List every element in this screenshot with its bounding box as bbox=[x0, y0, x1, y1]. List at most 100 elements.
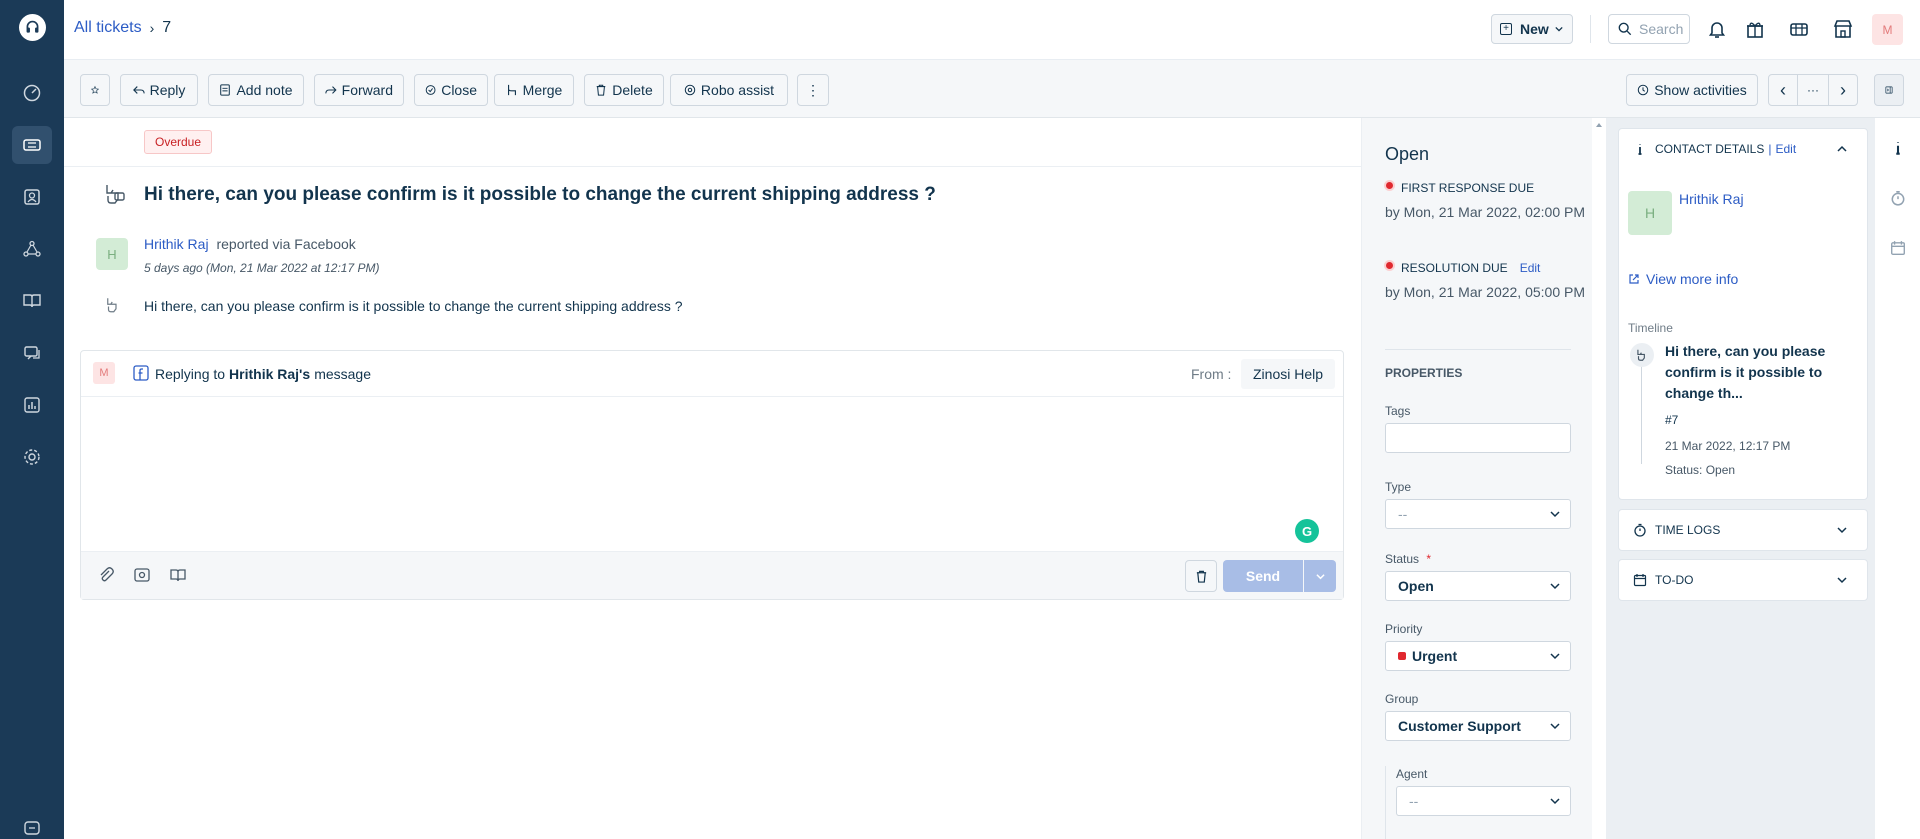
user-avatar[interactable]: M bbox=[1872, 14, 1903, 45]
reported-via-text: reported via Facebook bbox=[216, 236, 356, 252]
time-logs-header[interactable]: TIME LOGS bbox=[1619, 510, 1867, 550]
todo-card[interactable]: TO-DO bbox=[1618, 559, 1868, 601]
type-value: -- bbox=[1398, 506, 1408, 522]
search-input[interactable]: Search bbox=[1608, 14, 1690, 44]
external-link-icon bbox=[1629, 274, 1639, 284]
divider bbox=[1385, 349, 1571, 350]
nav-admin-settings-icon[interactable] bbox=[12, 438, 52, 476]
message-timestamp: 5 days ago (Mon, 21 Mar 2022 at 12:17 PM… bbox=[144, 261, 380, 275]
reply-button[interactable]: Reply bbox=[120, 74, 198, 106]
grammarly-icon[interactable]: G bbox=[1295, 519, 1319, 543]
merge-button[interactable]: Merge bbox=[494, 74, 574, 106]
group-select[interactable]: Customer Support bbox=[1385, 711, 1571, 741]
first-response-label: FIRST RESPONSE DUE bbox=[1401, 181, 1535, 195]
nav-chat-icon[interactable] bbox=[12, 810, 52, 839]
calendar-icon bbox=[1633, 574, 1647, 587]
status-select[interactable]: Open bbox=[1385, 571, 1571, 601]
contact-edit-link[interactable]: Edit bbox=[1775, 142, 1796, 156]
contact-info-rail-icon[interactable] bbox=[1888, 138, 1908, 158]
robo-assist-button[interactable]: Robo assist bbox=[670, 74, 788, 106]
contact-details-header[interactable]: CONTACT DETAILS | Edit bbox=[1619, 129, 1867, 169]
top-bar: All tickets › 7 + New Search M bbox=[64, 0, 1920, 60]
timeline-ticket-title[interactable]: Hi there, can you please confirm is it p… bbox=[1665, 341, 1835, 404]
nav-analytics-icon[interactable] bbox=[12, 386, 52, 424]
nav-dashboard-icon[interactable] bbox=[12, 74, 52, 112]
contact-avatar[interactable]: H bbox=[1628, 191, 1672, 235]
nav-groups-icon[interactable] bbox=[12, 230, 52, 268]
gift-icon[interactable] bbox=[1742, 16, 1768, 42]
priority-select[interactable]: Urgent bbox=[1385, 641, 1571, 671]
agent-select[interactable]: -- bbox=[1396, 786, 1571, 816]
breadcrumb-ticket-number: 7 bbox=[162, 19, 172, 36]
reply-textarea[interactable] bbox=[81, 397, 1343, 551]
show-activities-label: Show activities bbox=[1654, 82, 1747, 98]
nav-forums-icon[interactable] bbox=[12, 334, 52, 372]
conversation-pane: Overdue Hi there, can you please confirm… bbox=[64, 118, 1361, 839]
add-note-button[interactable]: Add note bbox=[208, 74, 304, 106]
nav-tickets-icon[interactable] bbox=[12, 126, 52, 164]
chevron-up-icon bbox=[1837, 145, 1847, 152]
reply-label: Reply bbox=[149, 82, 186, 98]
requester-avatar[interactable]: H bbox=[96, 238, 128, 270]
view-more-info-link[interactable]: View more info bbox=[1628, 271, 1738, 287]
chevron-down-icon bbox=[1550, 583, 1560, 590]
todo-header[interactable]: TO-DO bbox=[1619, 560, 1867, 600]
priority-value: Urgent bbox=[1412, 648, 1458, 664]
solutions-book-icon[interactable] bbox=[169, 566, 187, 584]
previous-ticket-button[interactable]: ‹ bbox=[1768, 74, 1798, 106]
reply-header: M Replying to Hrithik Raj's message From :… bbox=[81, 351, 1343, 397]
send-options-button[interactable] bbox=[1304, 560, 1336, 592]
ticket-nav-more-button[interactable]: ··· bbox=[1797, 74, 1829, 106]
trash-icon bbox=[1196, 570, 1206, 583]
new-button[interactable]: + New bbox=[1491, 14, 1573, 44]
overdue-badge: Overdue bbox=[144, 130, 213, 154]
view-more-label: View more info bbox=[1646, 271, 1739, 287]
contact-details-title: CONTACT DETAILS bbox=[1655, 142, 1765, 156]
next-ticket-button[interactable]: › bbox=[1828, 74, 1858, 106]
forward-button[interactable]: Forward bbox=[314, 74, 404, 106]
marketplace-store-icon[interactable] bbox=[1830, 16, 1856, 42]
notifications-bell-icon[interactable] bbox=[1704, 16, 1730, 42]
properties-heading: PROPERTIES bbox=[1385, 366, 1463, 380]
breadcrumb-all-tickets-link[interactable]: All tickets bbox=[74, 19, 142, 37]
from-select[interactable]: Zinosi Help bbox=[1241, 359, 1336, 389]
attachment-icon[interactable] bbox=[97, 566, 115, 584]
type-select[interactable]: -- bbox=[1385, 499, 1571, 529]
status-label-text: Status bbox=[1385, 552, 1420, 566]
todo-title: TO-DO bbox=[1655, 573, 1694, 587]
nav-solutions-icon[interactable] bbox=[12, 282, 52, 320]
nav-contacts-icon[interactable] bbox=[12, 178, 52, 216]
discard-draft-button[interactable] bbox=[1185, 560, 1217, 592]
tags-input[interactable] bbox=[1385, 423, 1571, 453]
freshdesk-logo-icon[interactable] bbox=[19, 14, 46, 41]
favorite-star-button[interactable] bbox=[80, 74, 110, 106]
status-label: Status * bbox=[1385, 552, 1431, 566]
time-logs-rail-icon[interactable] bbox=[1888, 188, 1908, 208]
agent-indent-line bbox=[1385, 766, 1386, 839]
toggle-sidebar-button[interactable] bbox=[1874, 74, 1904, 106]
divider bbox=[1590, 15, 1591, 43]
time-logs-title: TIME LOGS bbox=[1655, 523, 1721, 537]
timeline-label: Timeline bbox=[1628, 321, 1673, 335]
send-button[interactable]: Send bbox=[1223, 560, 1303, 592]
canned-response-icon[interactable] bbox=[133, 566, 151, 584]
ticket-subject: Hi there, can you please confirm is it p… bbox=[144, 184, 936, 205]
robot-icon bbox=[684, 84, 696, 96]
new-button-label: New bbox=[1520, 21, 1549, 37]
contact-name-link[interactable]: Hrithik Raj bbox=[1679, 191, 1744, 207]
apps-icon[interactable] bbox=[1786, 16, 1812, 42]
overdue-dot bbox=[1384, 180, 1395, 191]
urgent-priority-icon bbox=[1398, 652, 1406, 660]
requester-name-link[interactable]: Hrithik Raj bbox=[144, 236, 209, 252]
close-ticket-button[interactable]: Close bbox=[414, 74, 488, 106]
message-body: Hi there, can you please confirm is it p… bbox=[144, 298, 683, 314]
todo-rail-icon[interactable] bbox=[1888, 238, 1908, 258]
required-asterisk: * bbox=[1426, 552, 1432, 566]
resolution-edit-link[interactable]: Edit bbox=[1520, 261, 1541, 275]
delete-button[interactable]: Delete bbox=[584, 74, 664, 106]
show-activities-button[interactable]: Show activities bbox=[1626, 74, 1758, 106]
more-actions-button[interactable]: ⋮ bbox=[797, 74, 829, 106]
time-logs-card[interactable]: TIME LOGS bbox=[1618, 509, 1868, 551]
scroll-up-arrow-icon[interactable] bbox=[1596, 122, 1602, 128]
breadcrumb: All tickets › 7 bbox=[74, 19, 171, 37]
